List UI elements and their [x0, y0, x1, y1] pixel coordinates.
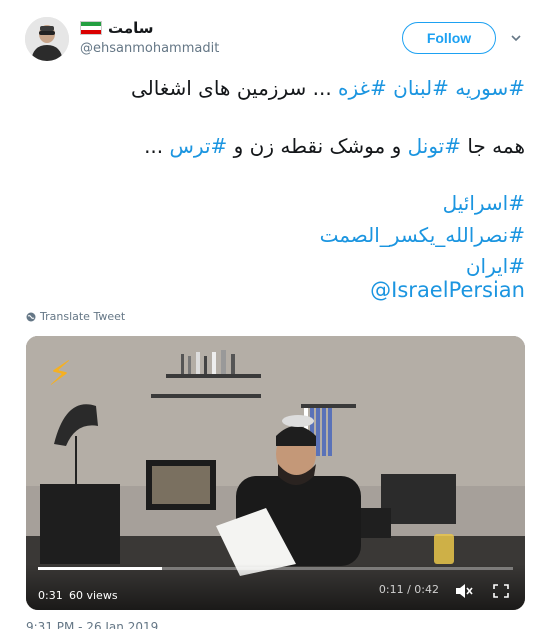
tweet-text: همه جا: [460, 134, 525, 158]
hashtag[interactable]: #تونل: [408, 134, 461, 158]
chevron-down-icon[interactable]: [511, 33, 521, 43]
hashtag[interactable]: #نصرالله_یکسر_الصمت: [45, 221, 525, 249]
video-time: 0:11 / 0:42: [378, 583, 439, 596]
tweet-timestamp[interactable]: 9:31 PM - 26 Jan 2019: [26, 620, 158, 629]
video-play-time: 0:31: [38, 589, 63, 602]
video-progress-fill: [38, 567, 163, 570]
fullscreen-icon[interactable]: [493, 584, 509, 598]
video-view-count: 60 views: [69, 589, 118, 602]
translate-tweet-link[interactable]: Translate Tweet: [26, 310, 125, 323]
follow-button[interactable]: Follow: [402, 22, 496, 54]
mention-link[interactable]: @IsraelPersian: [45, 276, 525, 304]
hashtag-group[interactable]: #سوریه #لبنان #غزه: [338, 76, 525, 100]
hashtag[interactable]: #ترس: [170, 134, 228, 158]
tweet-text-line-1: #سوریه #لبنان #غزه ... سرزمین های اشغالی: [45, 74, 525, 102]
video-controls: 0:31 60 views 0:11 / 0:42: [26, 564, 525, 610]
mute-icon[interactable]: [455, 583, 473, 599]
iran-flag-icon: [80, 21, 102, 35]
tweet-text: و موشک نقطه زن و: [227, 134, 408, 158]
hashtag[interactable]: #اسرائیل: [45, 189, 525, 217]
avatar[interactable]: [25, 17, 69, 61]
tweet-text: ... سرزمین های اشغالی: [131, 76, 339, 100]
user-handle[interactable]: @ehsanmohammadit: [80, 41, 219, 56]
user-name-row[interactable]: سامت: [80, 18, 154, 38]
video-player[interactable]: ⚡ 0:31 60 views 0:11 / 0:42: [26, 336, 525, 610]
video-progress-bar[interactable]: [38, 567, 513, 570]
tweet-text: ...: [144, 134, 170, 158]
lightning-icon: ⚡: [48, 354, 72, 394]
display-name[interactable]: سامت: [108, 19, 154, 37]
tweet-text-line-2: همه جا #تونل و موشک نقطه زن و #ترس ...: [45, 132, 525, 160]
translate-label[interactable]: Translate Tweet: [40, 310, 125, 323]
tweet-card: سامت @ehsanmohammadit Follow #سوریه #لبن…: [0, 0, 547, 629]
globe-icon: [26, 312, 36, 321]
